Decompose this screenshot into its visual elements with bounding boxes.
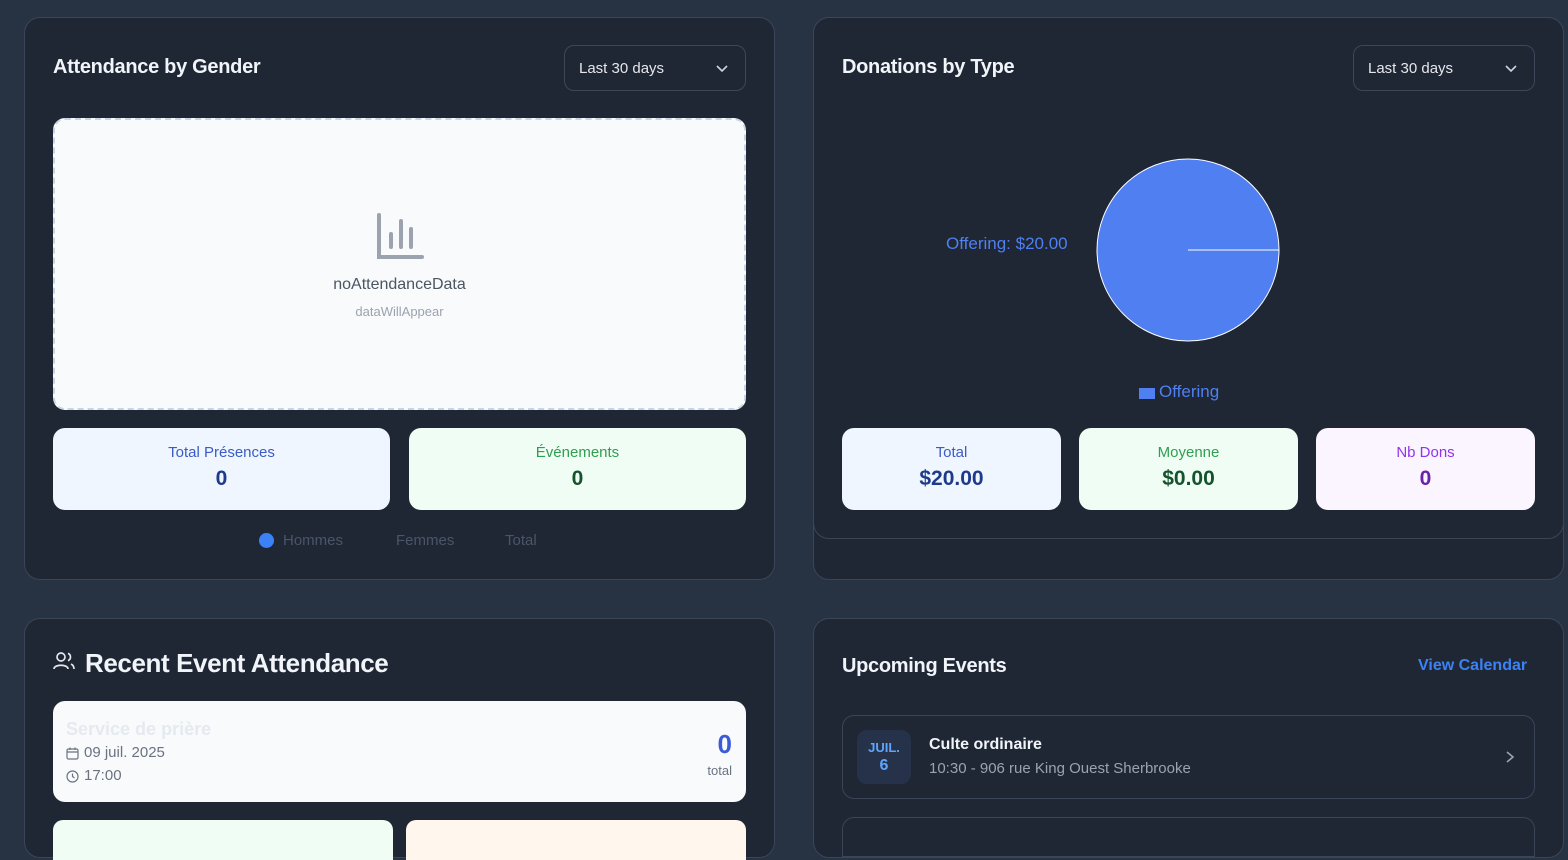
bar-chart-icon (377, 213, 424, 259)
attendance-empty-state: noAttendanceData dataWillAppear (53, 118, 746, 410)
legend-femmes[interactable]: Femmes (396, 532, 454, 549)
stat-evenements: Événements 0 (409, 428, 746, 510)
empty-state-subtitle: dataWillAppear (355, 304, 444, 319)
event-day: 6 (879, 757, 889, 774)
event-details: 10:30 - 906 rue King Ouest Sherbrooke (929, 760, 1191, 777)
legend-hommes[interactable]: Hommes (283, 532, 343, 549)
stat-value: 0 (571, 467, 584, 490)
event-month: JUIL. (868, 740, 900, 755)
stat-value: 0 (215, 467, 228, 490)
stat-label: Nb Dons (1396, 444, 1455, 461)
pie-slice-label: Offering: $20.00 (946, 234, 1068, 253)
recent-card-title: Recent Event Attendance (85, 648, 389, 678)
stat-value: 0 (1419, 467, 1432, 490)
stat-label: Total (935, 444, 968, 461)
legend-swatch-icon (1139, 388, 1155, 399)
stat-value: $20.00 (919, 467, 984, 490)
donations-card-title: Donations by Type (842, 56, 1015, 78)
stat-value: $0.00 (1162, 467, 1215, 490)
view-calendar-link[interactable]: View Calendar (1418, 657, 1527, 675)
legend-total[interactable]: Total (505, 532, 537, 549)
chevron-down-icon (716, 65, 728, 73)
stat-label: Moyenne (1157, 444, 1220, 461)
recent-event-item[interactable]: Service de prière 09 juil. 2025 17:00 0 … (53, 701, 746, 802)
upcoming-card-title: Upcoming Events (842, 655, 1007, 677)
recent-event-count-label: total (707, 763, 732, 778)
stat-label: Total Présences (168, 444, 275, 461)
chevron-down-icon (1505, 65, 1517, 73)
event-name: Culte ordinaire (929, 736, 1042, 753)
donations-pie-chart (1096, 158, 1280, 342)
recent-event-count: 0 (717, 729, 732, 759)
upcoming-event-item-2[interactable] (842, 817, 1535, 857)
event-date-badge: JUIL. 6 (857, 730, 911, 784)
donations-range-select[interactable]: Last 30 days (1353, 45, 1535, 91)
stat-donations-count: Nb Dons 0 (1316, 428, 1535, 510)
empty-state-title: noAttendanceData (333, 276, 466, 293)
stat-total-presences: Total Présences 0 (53, 428, 390, 510)
upcoming-event-item[interactable]: JUIL. 6 Culte ordinaire 10:30 - 906 rue … (842, 715, 1535, 799)
recent-event-date: 09 juil. 2025 (84, 744, 165, 761)
stat-label: Événements (535, 444, 620, 461)
pie-legend-offering[interactable]: Offering (1159, 382, 1219, 402)
recent-event-time: 17:00 (84, 767, 122, 784)
attendance-range-value: Last 30 days (579, 59, 665, 77)
stat-donations-total: Total $20.00 (842, 428, 1061, 510)
clock-icon (66, 770, 79, 783)
recent-stat-box-orange (406, 820, 746, 860)
attendance-range-select[interactable]: Last 30 days (564, 45, 746, 91)
calendar-icon (66, 747, 79, 760)
chevron-right-icon (1506, 751, 1515, 763)
legend-dot-icon (259, 533, 274, 548)
donations-range-value: Last 30 days (1368, 59, 1454, 77)
stat-donations-moyenne: Moyenne $0.00 (1079, 428, 1298, 510)
recent-event-name: Service de prière (66, 719, 212, 739)
users-icon (53, 652, 75, 670)
attendance-card-title: Attendance by Gender (53, 56, 261, 78)
recent-stat-box-green (53, 820, 393, 860)
